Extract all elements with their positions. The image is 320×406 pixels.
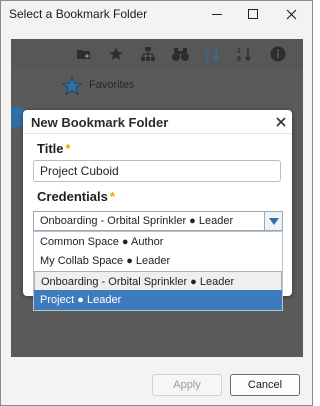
dropdown-option[interactable]: Common Space ● Author [34,232,282,252]
required-mark: * [109,189,115,204]
close-window-button[interactable] [273,1,309,27]
window-title: Select a Bookmark Folder [9,7,148,21]
credentials-field-label: Credentials * [37,189,115,204]
dropdown-option[interactable]: My Collab Space ● Leader [34,251,282,271]
credentials-dropdown-list: Common Space ● Author My Collab Space ● … [33,231,283,311]
sort-alpha-button[interactable]: AZ [201,43,223,65]
title-bar: Select a Bookmark Folder [1,1,312,27]
required-mark: * [65,141,71,156]
minimize-icon [212,13,222,15]
selected-tree-row[interactable] [11,107,23,127]
svg-text:1: 1 [237,48,241,55]
svg-text:A: A [205,48,210,55]
title-label-text: Title [37,141,64,156]
add-folder-button[interactable] [73,43,95,65]
toolbar: AZ 19 [11,39,303,69]
dropdown-option-current[interactable]: Onboarding - Orbital Sprinkler ● Leader [34,271,282,291]
search-button[interactable] [169,43,191,65]
dropdown-toggle[interactable] [264,212,282,230]
svg-text:Z: Z [205,56,210,62]
close-icon [286,9,296,19]
sort-az-icon: AZ [205,48,220,62]
svg-text:9: 9 [237,56,241,62]
dialog-title: New Bookmark Folder [31,115,169,130]
title-field-label: Title * [37,141,71,156]
collab-space-button[interactable] [137,43,159,65]
dialog-header: New Bookmark Folder [23,110,292,134]
network-icon [141,47,155,61]
sort-numeric-icon: 19 [237,48,252,62]
close-icon [276,117,286,127]
favorite-button[interactable] [105,43,127,65]
info-icon [270,46,286,62]
minimize-button[interactable] [199,1,235,27]
dropdown-option-highlighted[interactable]: Project ● Leader [34,290,282,310]
maximize-icon [248,9,258,19]
sort-number-button[interactable]: 19 [233,43,255,65]
favorites-star-icon [61,75,83,102]
dialog-close-button[interactable] [276,113,286,130]
binoculars-icon [171,47,189,61]
credentials-select[interactable]: Onboarding - Orbital Sprinkler ● Leader [33,211,283,231]
info-button[interactable] [267,43,289,65]
bookmark-folder-window: Select a Bookmark Folder AZ 19 Favorites… [0,0,313,406]
star-icon [109,47,123,60]
maximize-button[interactable] [235,1,271,27]
favorites-row[interactable]: Favorites [11,71,303,101]
favorites-label: Favorites [89,79,135,91]
add-folder-icon [77,50,90,59]
title-input[interactable]: Project Cuboid [33,160,281,182]
credentials-label-text: Credentials [37,189,108,204]
apply-button[interactable]: Apply [152,374,222,396]
credentials-selected-value: Onboarding - Orbital Sprinkler ● Leader [40,215,234,227]
chevron-down-icon [268,217,279,225]
cancel-button[interactable]: Cancel [230,374,300,396]
